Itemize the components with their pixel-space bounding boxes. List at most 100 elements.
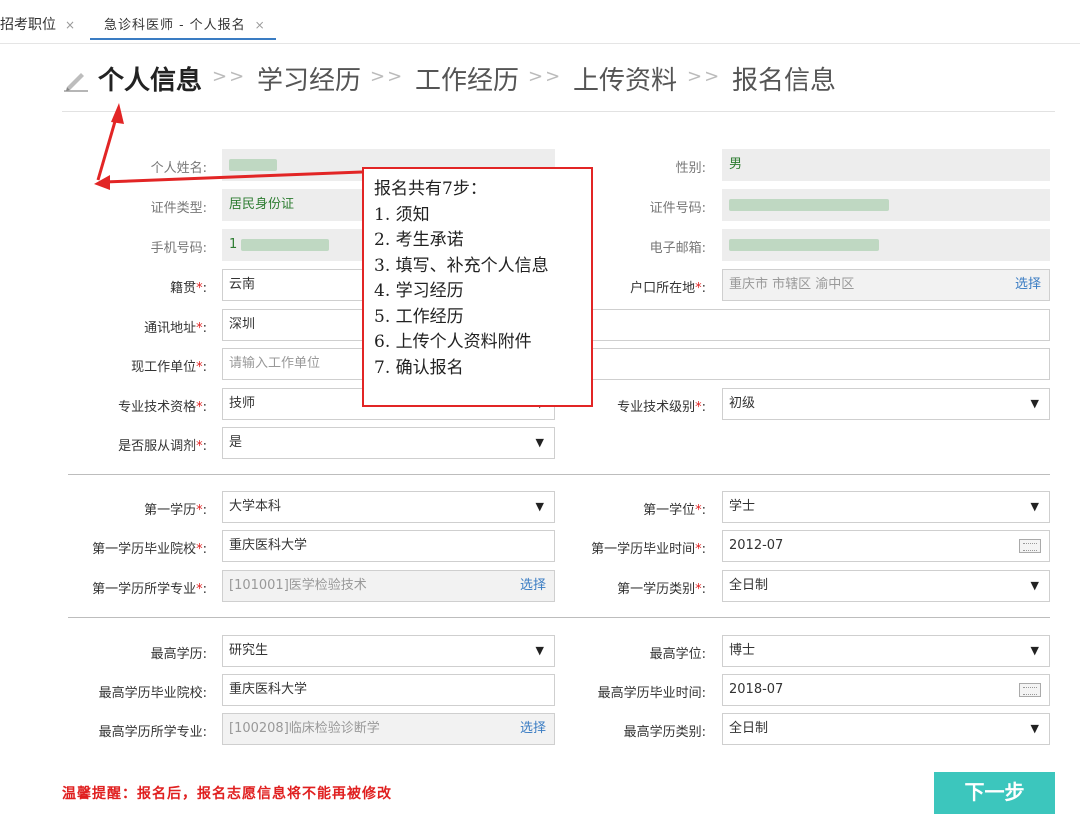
highest-grad-time-value: 2018-07	[729, 682, 784, 697]
adjust-value: 是	[229, 435, 243, 450]
step-work-history[interactable]: 工作经历	[415, 60, 519, 97]
native-place-label: 籍贯*:	[170, 281, 207, 296]
first-major-select-button[interactable]: 选择	[520, 571, 546, 601]
highest-title-label: 最高学位:	[649, 647, 706, 662]
first-school-input[interactable]: 重庆医科大学	[222, 530, 555, 562]
id-type-label: 证件类型:	[150, 201, 207, 216]
annotation-step: 4. 学习经历	[374, 281, 464, 301]
warning-tip: 温馨提醒：报名后，报名志愿信息将不能再被修改	[62, 786, 392, 802]
close-icon[interactable]: ×	[255, 18, 266, 32]
step-separator: >>	[687, 66, 722, 87]
highest-degree-select[interactable]: 研究生 ▼	[222, 635, 555, 667]
redacted-value	[729, 198, 889, 211]
highest-grad-time-label: 最高学历毕业时间:	[597, 686, 706, 701]
highest-school-label: 最高学历毕业院校:	[98, 686, 207, 701]
highest-major-value: [100208]临床检验诊断学	[229, 721, 380, 736]
annotation-step: 5. 工作经历	[374, 306, 464, 327]
redacted-value	[729, 238, 879, 251]
adjust-select[interactable]: 是 ▼	[222, 427, 555, 459]
hukou-select-button[interactable]: 选择	[1015, 270, 1041, 300]
step-personal-info[interactable]: 个人信息	[98, 60, 202, 97]
step-separator: >>	[212, 66, 247, 87]
annotation-step: 7. 确认报名	[374, 357, 464, 378]
tab-registration[interactable]: 急诊科医师 - 个人报名 ×	[90, 14, 276, 40]
highest-type-value: 全日制	[729, 721, 769, 736]
address-label: 通讯地址*:	[144, 321, 207, 336]
highest-title-select[interactable]: 博士 ▼	[722, 635, 1050, 667]
highest-major-field[interactable]: [100208]临床检验诊断学 选择	[222, 713, 555, 745]
highest-major-label: 最高学历所学专业:	[98, 725, 207, 740]
adjust-label: 是否服从调剂*:	[118, 439, 207, 454]
first-grad-time-input[interactable]: 2012-07	[722, 530, 1050, 562]
first-title-select[interactable]: 学士 ▼	[722, 491, 1050, 523]
first-grad-time-value: 2012-07	[729, 538, 784, 553]
tech-level-value: 初级	[729, 396, 756, 411]
phone-label: 手机号码:	[150, 241, 207, 256]
address-input[interactable]: 深圳	[222, 309, 1050, 341]
first-degree-value: 大学本科	[229, 499, 282, 514]
highest-degree-value: 研究生	[229, 643, 269, 658]
next-step-button[interactable]: 下一步	[934, 772, 1055, 814]
step-study-history[interactable]: 学习经历	[257, 60, 361, 97]
tab-label: 招考职位	[0, 17, 56, 33]
chevron-down-icon: ▼	[535, 500, 544, 513]
redacted-value	[229, 158, 277, 171]
tab-label: 急诊科医师 - 个人报名	[104, 18, 246, 33]
first-degree-label: 第一学历*:	[144, 503, 207, 518]
step-separator: >>	[370, 66, 405, 87]
tech-level-label: 专业技术级别*:	[617, 400, 706, 415]
native-place-value: 云南	[229, 277, 256, 292]
email-field	[722, 229, 1050, 261]
hukou-label: 户口所在地*:	[630, 281, 706, 296]
step-upload[interactable]: 上传资料	[573, 60, 677, 97]
id-number-field	[722, 189, 1050, 221]
name-label: 个人姓名:	[150, 161, 207, 176]
step-registration-info[interactable]: 报名信息	[732, 60, 836, 97]
tech-level-select[interactable]: 初级 ▼	[722, 388, 1050, 420]
first-title-value: 学士	[729, 499, 756, 514]
chevron-down-icon: ▼	[1030, 579, 1039, 592]
highest-grad-time-input[interactable]: 2018-07	[722, 674, 1050, 706]
pencil-icon	[64, 73, 88, 92]
first-type-label: 第一学历类别*:	[617, 582, 706, 597]
highest-major-select-button[interactable]: 选择	[520, 714, 546, 744]
highest-degree-label: 最高学历:	[150, 647, 207, 662]
calendar-icon[interactable]	[1019, 539, 1041, 553]
annotation-step: 2. 考生承诺	[374, 230, 464, 250]
employer-input[interactable]: 请输入工作单位	[222, 348, 1050, 380]
first-type-select[interactable]: 全日制 ▼	[722, 570, 1050, 602]
gender-label: 性别:	[675, 161, 706, 176]
chevron-down-icon: ▼	[535, 436, 544, 449]
chevron-down-icon: ▼	[1030, 722, 1039, 735]
annotation-step: 1. 须知	[374, 204, 430, 225]
highest-school-input[interactable]: 重庆医科大学	[222, 674, 555, 706]
first-major-field[interactable]: [101001]医学检验技术 选择	[222, 570, 555, 602]
step-separator: >>	[528, 66, 563, 87]
annotation-step: 3. 填写、补充个人信息	[374, 255, 549, 276]
highest-title-value: 博士	[729, 643, 756, 658]
id-number-label: 证件号码:	[649, 201, 706, 216]
tab-positions[interactable]: 招考职位 ×	[0, 14, 75, 34]
first-major-value: [101001]医学检验技术	[229, 578, 367, 593]
first-major-label: 第一学历所学专业*:	[92, 582, 207, 597]
first-degree-select[interactable]: 大学本科 ▼	[222, 491, 555, 523]
hukou-field[interactable]: 重庆市 市辖区 渝中区 选择	[722, 269, 1050, 301]
highest-type-select[interactable]: 全日制 ▼	[722, 713, 1050, 745]
calendar-icon[interactable]	[1019, 683, 1041, 697]
tab-strip: 招考职位 × 急诊科医师 - 个人报名 ×	[0, 0, 1080, 44]
first-grad-time-label: 第一学历毕业时间*:	[591, 542, 706, 557]
redacted-value	[241, 238, 330, 251]
employer-label: 现工作单位*:	[131, 360, 207, 375]
chevron-down-icon: ▼	[1030, 644, 1039, 657]
email-label: 电子邮箱:	[649, 241, 706, 256]
divider	[68, 474, 1050, 475]
highest-type-label: 最高学历类别:	[623, 725, 706, 740]
qualification-value: 技师	[229, 396, 256, 411]
first-school-label: 第一学历毕业院校*:	[92, 542, 207, 557]
first-title-label: 第一学位*:	[643, 503, 706, 518]
chevron-down-icon: ▼	[1030, 397, 1039, 410]
annotation-box: 报名共有7步： 1. 须知 2. 考生承诺 3. 填写、补充个人信息 4. 学习…	[362, 167, 593, 407]
close-icon[interactable]: ×	[65, 18, 75, 32]
hukou-value: 重庆市 市辖区 渝中区	[729, 277, 855, 292]
active-tab-indicator	[90, 38, 276, 40]
